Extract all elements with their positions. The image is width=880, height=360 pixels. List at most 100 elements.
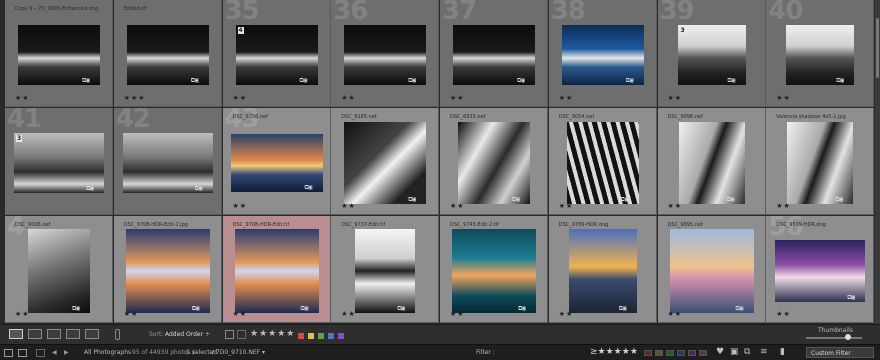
cell-rating-stars[interactable]: ★★	[668, 310, 683, 318]
photo-thumbnail[interactable]	[678, 122, 745, 204]
cell-rating-stars[interactable]: ★★	[668, 94, 683, 102]
photo-cell[interactable]: 41 ⧉▣ 3	[5, 108, 113, 215]
rating-stars[interactable]: ★★★★★	[250, 329, 295, 341]
metadata-badge-icon[interactable]: ⧉▣	[408, 196, 416, 204]
photo-thumbnail[interactable]	[677, 25, 746, 85]
color-label-swatch[interactable]	[318, 333, 324, 339]
photo-thumbnail[interactable]	[355, 229, 416, 313]
survey-view-icon[interactable]	[66, 329, 80, 339]
photo-thumbnail[interactable]	[344, 122, 427, 204]
photo-thumbnail[interactable]	[453, 25, 535, 85]
color-label-swatch[interactable]	[308, 333, 314, 339]
cell-rating-stars[interactable]: ★★	[233, 202, 248, 210]
cell-rating-stars[interactable]: ★★	[450, 310, 465, 318]
filter-gray-label[interactable]	[699, 350, 707, 356]
cell-rating-stars[interactable]: ★★	[233, 94, 248, 102]
photo-thumbnail[interactable]	[775, 240, 866, 302]
metadata-badge-icon[interactable]: ⧉▣	[191, 77, 199, 85]
cell-rating-stars[interactable]: ★★	[15, 94, 30, 102]
cell-rating-stars[interactable]: ★★	[124, 310, 139, 318]
original-icon[interactable]: ▣	[730, 347, 739, 357]
photo-thumbnail[interactable]	[234, 229, 319, 313]
metadata-badge-icon[interactable]: ⧉▣	[192, 305, 200, 313]
photo-thumbnail[interactable]	[452, 229, 536, 313]
photo-thumbnail[interactable]	[344, 25, 427, 85]
back-arrow-icon[interactable]: ◀	[52, 349, 57, 356]
metadata-badge-icon[interactable]: ⧉▣	[301, 305, 309, 313]
people-view-icon[interactable]	[85, 329, 99, 339]
photo-cell[interactable]: 56 DSC_9699-HDR.dng ⧉▣ ★★	[766, 216, 875, 323]
cell-rating-stars[interactable]: ★★	[341, 310, 356, 318]
photo-cell[interactable]: DSC_9743-Edit-2.tif ⧉▣ ★★	[440, 216, 548, 323]
forward-arrow-icon[interactable]: ▶	[64, 349, 69, 356]
metadata-badge-icon[interactable]: ⧉▣	[518, 305, 526, 313]
metadata-badge-icon[interactable]: ⧉▣	[397, 305, 405, 313]
compare-view-icon[interactable]	[47, 329, 61, 339]
photo-cell[interactable]: 43 DSC_9256.nef ⧉▣ ★★	[222, 108, 331, 215]
photo-cell[interactable]: Copy 9 – 7D_0095-Enhanced.dng ⧉▣ ★★	[5, 0, 113, 107]
filter-red-label[interactable]	[644, 350, 652, 356]
stack-count-badge[interactable]: 3	[16, 135, 23, 142]
photo-thumbnail[interactable]	[561, 25, 644, 85]
cell-rating-stars[interactable]: ★★	[15, 310, 30, 318]
loupe-view-icon[interactable]	[28, 329, 42, 339]
metadata-badge-icon[interactable]: ⧉▣	[517, 77, 525, 85]
scrollbar-thumb[interactable]	[876, 18, 879, 78]
metadata-badge-icon[interactable]: ⧉▣	[619, 305, 627, 313]
photo-cell[interactable]: 38 ⧉▣ ★★	[548, 0, 657, 107]
photo-cell[interactable]: DSC_9789-HDR.dng ⧉▣ ★★	[548, 216, 657, 323]
cell-rating-stars[interactable]: ★★★	[124, 94, 146, 102]
metadata-badge-icon[interactable]: ⧉▣	[82, 77, 90, 85]
cell-rating-stars[interactable]: ★★	[668, 202, 683, 210]
metadata-badge-icon[interactable]: ⧉▣	[621, 196, 629, 204]
thumbnail-size-slider[interactable]	[806, 337, 862, 339]
cell-rating-stars[interactable]: ★★	[559, 310, 574, 318]
cell-rating-stars[interactable]: ★★	[776, 202, 791, 210]
photo-cell[interactable]: DSC_9737-Edit.tif ⧉▣ ★★	[331, 216, 440, 323]
metadata-badge-icon[interactable]: ⧉▣	[408, 77, 416, 85]
video-icon[interactable]: ▮	[780, 347, 785, 357]
grid-scrollbar[interactable]	[875, 0, 880, 324]
filter-purple-label[interactable]	[688, 350, 696, 356]
cell-rating-stars[interactable]: ★★	[450, 202, 465, 210]
metadata-badge-icon[interactable]: ⧉▣	[835, 196, 843, 204]
photo-thumbnail[interactable]	[126, 25, 209, 85]
metadata-badge-icon[interactable]: ⧉▣	[728, 77, 736, 85]
thumbnail-size-knob[interactable]	[845, 334, 851, 340]
photo-thumbnail[interactable]	[566, 122, 639, 204]
photo-cell[interactable]: Edited.tif ⧉▣ ★★★	[113, 0, 222, 107]
photo-thumbnail[interactable]	[14, 133, 104, 193]
metadata-badge-icon[interactable]: ⧉▣	[195, 185, 203, 193]
photo-thumbnail[interactable]	[28, 229, 90, 313]
cell-rating-stars[interactable]: ★★	[776, 94, 791, 102]
photo-cell[interactable]: 37 ⧉▣ ★★	[440, 0, 548, 107]
photo-thumbnail[interactable]	[125, 229, 210, 313]
virtual-copy-icon[interactable]: ⧉	[744, 347, 750, 357]
metadata-badge-icon[interactable]: ⧉▣	[727, 196, 735, 204]
filter-green-label[interactable]	[666, 350, 674, 356]
cell-rating-stars[interactable]: ★★	[559, 202, 574, 210]
stack-icon[interactable]: ≋	[760, 347, 768, 357]
metadata-badge-icon[interactable]: ⧉▣	[300, 77, 308, 85]
photo-cell[interactable]: DSC_9096.nef ⧉▣ ★★	[657, 108, 766, 215]
panel-2-icon[interactable]	[18, 349, 27, 357]
filter-yellow-label[interactable]	[655, 350, 663, 356]
photo-cell[interactable]: 4 DSC_9006.nef ⧉▣ ★★	[5, 216, 113, 323]
color-label-swatch[interactable]	[328, 333, 334, 339]
photo-cell[interactable]: DSC_9895.nef ⧉▣ ★★	[657, 216, 766, 323]
photo-cell[interactable]: 42 ⧉▣	[113, 108, 222, 215]
photo-thumbnail[interactable]	[669, 229, 754, 313]
metadata-badge-icon[interactable]: ⧉▣	[86, 185, 94, 193]
filter-stars[interactable]: ≥★★★★★	[590, 347, 638, 357]
cell-rating-stars[interactable]: ★★	[559, 94, 574, 102]
photo-cell[interactable]: DSC_9708-HDR-Edit-2.jpg ⧉▣ ★★	[113, 216, 222, 323]
photo-thumbnail[interactable]	[122, 133, 213, 193]
reject-flag-icon[interactable]	[237, 330, 246, 339]
source-label[interactable]: All Photographs	[84, 349, 131, 356]
cell-rating-stars[interactable]: ★★	[341, 94, 356, 102]
stack-count-badge[interactable]: 4	[237, 27, 244, 34]
color-label-swatch[interactable]	[298, 333, 304, 339]
cell-rating-stars[interactable]: ★★	[233, 310, 248, 318]
metadata-badge-icon[interactable]: ⧉▣	[836, 77, 844, 85]
color-label-swatch[interactable]	[338, 333, 344, 339]
